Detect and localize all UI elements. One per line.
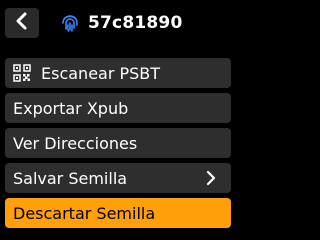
title-area: 57c81890 [60, 8, 182, 38]
back-button[interactable] [5, 8, 39, 38]
menu-item-label: Descartar Semilla [13, 203, 156, 223]
save-seed-button[interactable]: Salvar Semilla [5, 163, 231, 193]
top-nav: 57c81890 [0, 0, 237, 46]
discard-seed-button[interactable]: Descartar Semilla [5, 198, 231, 228]
export-xpub-button[interactable]: Exportar Xpub [5, 93, 231, 123]
fingerprint-icon [60, 13, 80, 33]
qr-code-icon [13, 64, 31, 82]
menu-list: Escanear PSBT Exportar Xpub Ver Direccio… [5, 58, 231, 233]
menu-item-label: Ver Direcciones [13, 133, 138, 153]
chevron-left-icon [15, 12, 29, 34]
menu-item-label: Escanear PSBT [41, 63, 161, 83]
chevron-right-icon [203, 170, 219, 186]
scan-psbt-button[interactable]: Escanear PSBT [5, 58, 231, 88]
menu-item-label: Salvar Semilla [13, 168, 128, 188]
menu-item-label: Exportar Xpub [13, 98, 129, 118]
page-title: 57c81890 [88, 13, 183, 33]
view-addresses-button[interactable]: Ver Direcciones [5, 128, 231, 158]
